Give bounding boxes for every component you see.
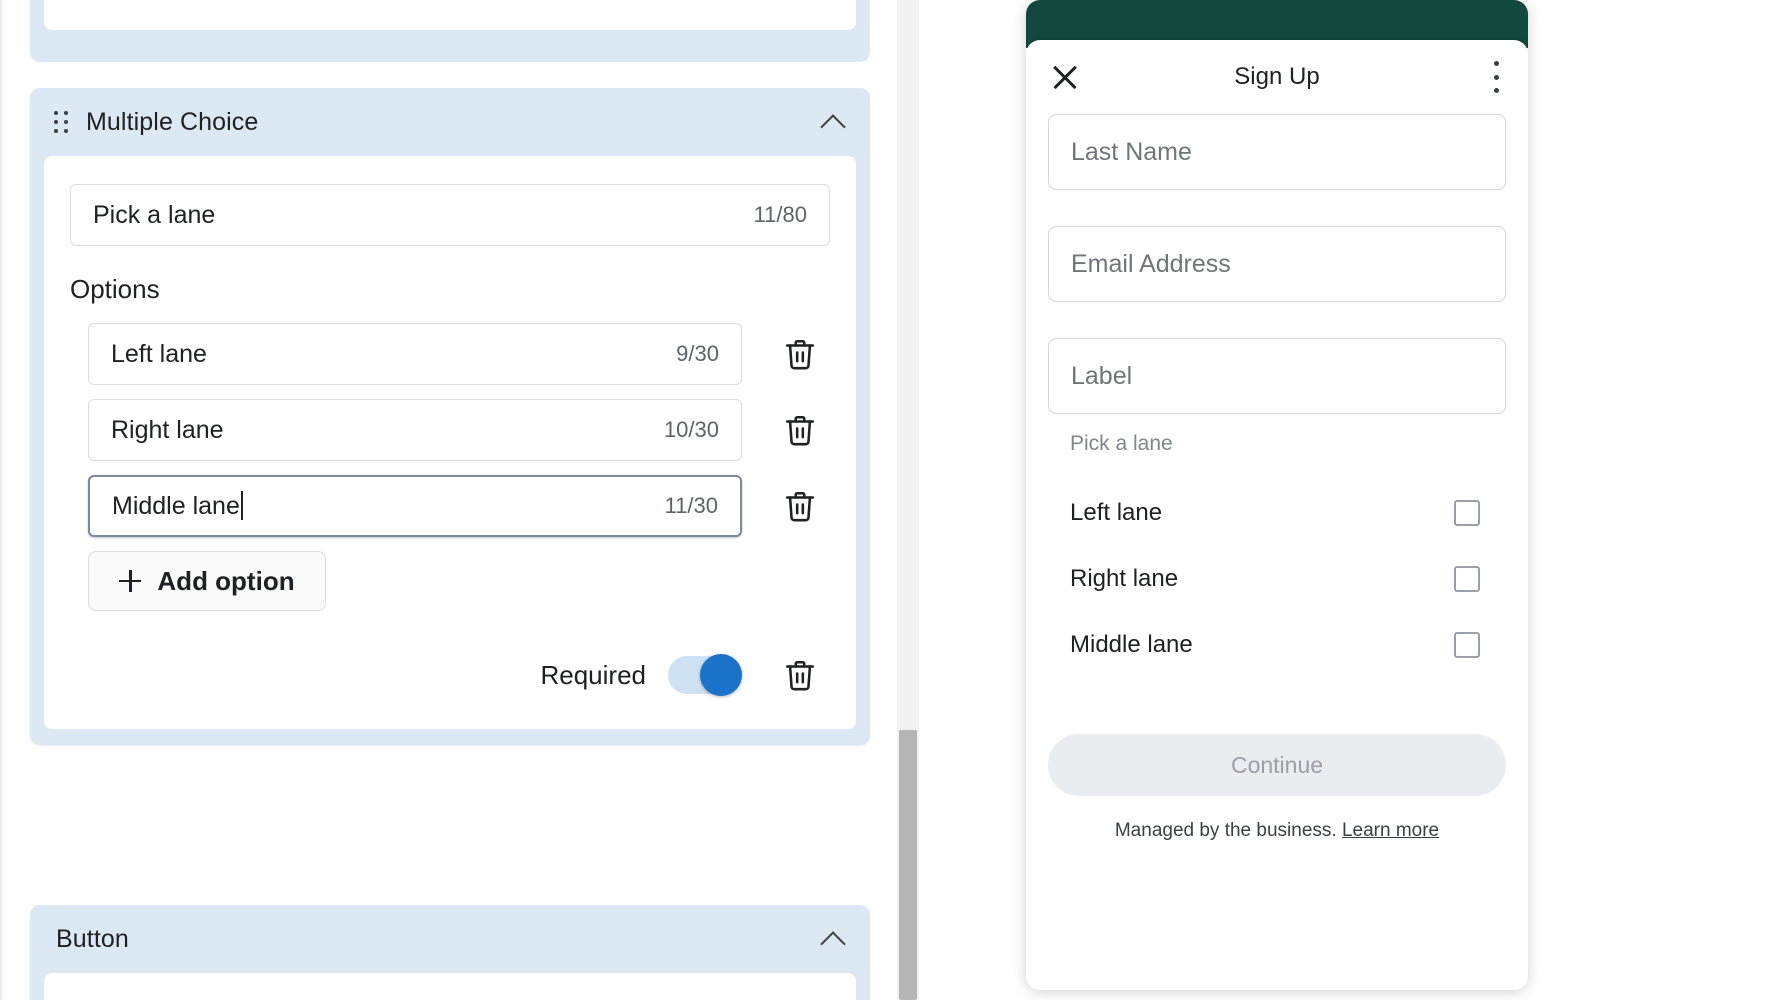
sheet-header: Sign Up bbox=[1048, 40, 1506, 114]
field-card-body: Pick a lane 11/80 Options Left lane 9/30 bbox=[44, 156, 856, 729]
preview-field-label[interactable]: Label bbox=[1048, 338, 1506, 414]
button-card-body bbox=[44, 973, 856, 1000]
field-card-header[interactable]: Multiple Choice bbox=[30, 88, 870, 156]
preview-field-placeholder: Email Address bbox=[1071, 249, 1231, 278]
drag-handle-icon[interactable] bbox=[54, 111, 68, 133]
add-option-label: Add option bbox=[157, 565, 295, 596]
delete-field-button[interactable] bbox=[770, 647, 830, 703]
option-counter-3: 11/30 bbox=[664, 493, 718, 518]
field-card-multiple-choice: Multiple Choice Pick a lane 11/80 Option… bbox=[30, 88, 870, 745]
previous-field-card-partial: Required bbox=[30, 0, 870, 62]
learn-more-link[interactable]: Learn more bbox=[1342, 820, 1439, 841]
option-row: Middle lane 11/30 bbox=[70, 475, 830, 537]
preview-choice-row-3[interactable]: Middle lane bbox=[1048, 612, 1506, 678]
preview-question-label: Pick a lane bbox=[1070, 432, 1173, 455]
required-row: Required bbox=[70, 647, 830, 703]
add-option-button[interactable]: Add option bbox=[88, 551, 326, 611]
editor-left-border bbox=[0, 0, 2, 1000]
preview-field-placeholder: Last Name bbox=[1071, 137, 1192, 166]
delete-option-button-3[interactable] bbox=[770, 478, 830, 534]
preview-choice-label-1: Left lane bbox=[1070, 499, 1163, 526]
option-input-3[interactable]: Middle lane 11/30 bbox=[88, 475, 742, 537]
required-label: Required bbox=[540, 659, 646, 690]
option-input-2[interactable]: Right lane 10/30 bbox=[88, 399, 742, 461]
button-card-header[interactable]: Button bbox=[30, 905, 870, 973]
option-row: Right lane 10/30 bbox=[70, 399, 830, 461]
checkbox-icon-2[interactable] bbox=[1454, 566, 1480, 592]
sheet-title: Sign Up bbox=[1234, 63, 1320, 90]
field-card-button: Button bbox=[30, 905, 870, 1000]
option-input-1[interactable]: Left lane 9/30 bbox=[88, 323, 742, 385]
option-counter-2: 10/30 bbox=[663, 417, 719, 442]
question-text-input[interactable]: Pick a lane 11/80 bbox=[70, 184, 830, 246]
form-preview-panel: Sign Up Last Name Email Address Label Pi… bbox=[920, 0, 1777, 1000]
form-editor-panel: Required bbox=[0, 0, 900, 1000]
button-card-title: Button bbox=[56, 924, 129, 953]
option-counter-1: 9/30 bbox=[676, 341, 719, 366]
continue-button[interactable]: Continue bbox=[1048, 734, 1506, 796]
option-row: Left lane 9/30 bbox=[70, 323, 830, 385]
preview-field-last-name[interactable]: Last Name bbox=[1048, 114, 1506, 190]
option-value-2: Right lane bbox=[111, 415, 224, 444]
toggle-knob bbox=[700, 654, 742, 696]
continue-label: Continue bbox=[1230, 751, 1324, 778]
editor-scrollbar[interactable] bbox=[897, 0, 919, 1000]
preview-field-email[interactable]: Email Address bbox=[1048, 226, 1506, 302]
preview-choice-label-3: Middle lane bbox=[1070, 631, 1193, 658]
chevron-up-icon[interactable] bbox=[820, 108, 848, 136]
required-toggle[interactable] bbox=[668, 654, 742, 696]
footer-text: Managed by the business. bbox=[1114, 820, 1337, 841]
delete-option-button-2[interactable] bbox=[770, 402, 830, 458]
option-value-1: Left lane bbox=[111, 339, 207, 368]
preview-choice-row-1[interactable]: Left lane bbox=[1048, 480, 1506, 546]
text-caret bbox=[240, 491, 243, 520]
delete-option-button-1[interactable] bbox=[770, 326, 830, 382]
option-value-3: Middle lane bbox=[112, 491, 653, 521]
preview-field-placeholder: Label bbox=[1071, 361, 1133, 390]
scrollbar-thumb[interactable] bbox=[899, 730, 917, 1000]
options-section-label: Options bbox=[70, 274, 160, 304]
previous-field-card-body: Required bbox=[44, 0, 856, 30]
checkbox-icon-3[interactable] bbox=[1454, 632, 1480, 658]
signup-sheet: Sign Up Last Name Email Address Label Pi… bbox=[1026, 40, 1528, 990]
chevron-up-icon[interactable] bbox=[820, 925, 848, 953]
question-text-value: Pick a lane bbox=[93, 200, 216, 229]
checkbox-icon-1[interactable] bbox=[1454, 500, 1480, 526]
phone-preview: Sign Up Last Name Email Address Label Pi… bbox=[1026, 0, 1528, 990]
preview-choice-row-2[interactable]: Right lane bbox=[1048, 546, 1506, 612]
plus-icon bbox=[119, 570, 142, 592]
preview-footer: Managed by the business. Learn more bbox=[1048, 820, 1506, 842]
field-card-title: Multiple Choice bbox=[86, 107, 259, 136]
question-char-counter: 11/80 bbox=[753, 202, 807, 227]
kebab-menu-icon[interactable] bbox=[1492, 61, 1500, 93]
app-root: Required bbox=[0, 0, 1777, 1000]
preview-choice-label-2: Right lane bbox=[1070, 565, 1179, 592]
